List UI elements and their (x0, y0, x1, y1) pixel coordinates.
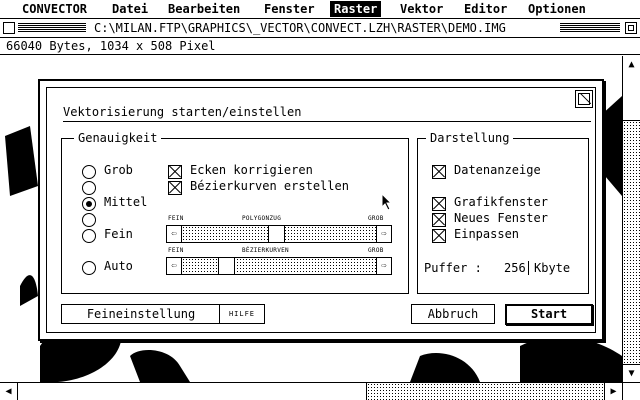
slider2-caption-left: FEIN (168, 247, 184, 254)
abbruch-button[interactable]: Abbruch (411, 304, 495, 324)
arrow-left-icon[interactable]: ⇦ (167, 258, 182, 274)
arrow-right-icon[interactable]: ▶ (604, 383, 622, 400)
puffer-input[interactable]: 256 (504, 261, 526, 275)
genauigkeit-label: Genauigkeit (74, 131, 162, 145)
title-stripes (18, 23, 86, 33)
dialog-frame: Vektorisierung starten/einstellen Genaui… (46, 87, 596, 333)
checkbox-datenanzeige[interactable] (432, 165, 446, 179)
checkbox-bezier[interactable] (168, 181, 182, 195)
mouse-pointer-icon (381, 193, 393, 211)
slider1-caption-right: GROB (368, 215, 384, 222)
radio-auto-label: Auto (104, 259, 133, 273)
menu-raster[interactable]: Raster (330, 1, 382, 17)
arrow-right-icon[interactable]: ⇨ (376, 258, 391, 274)
fullscreen-icon[interactable] (625, 22, 637, 34)
resize-corner[interactable] (622, 383, 640, 400)
arrow-up-icon[interactable]: ▲ (623, 56, 640, 74)
slider2-caption-mid: BÉZIERKURVEN (242, 247, 289, 254)
radio-grob-label: Grob (104, 163, 133, 177)
info-line: 66040 Bytes, 1034 x 508 Pixel (0, 38, 640, 55)
start-button[interactable]: Start (505, 304, 593, 325)
dialog-title: Vektorisierung starten/einstellen (63, 105, 302, 119)
bezierkurven-slider[interactable]: ⇦ ⇨ (166, 257, 392, 275)
feineinstellung-button[interactable]: Feineinstellung (61, 304, 221, 324)
radio-grob[interactable] (82, 165, 96, 179)
radio-fein[interactable] (82, 229, 96, 243)
radio-mittel-label: Mittel (104, 195, 148, 209)
radio-auto[interactable] (82, 261, 96, 275)
window-title-bar[interactable]: C:\MILAN.FTP\GRAPHICS\_VECTOR\CONVECT.LZ… (0, 19, 640, 38)
horizontal-scroll-thumb[interactable] (18, 383, 367, 400)
checkbox-grafikfenster-label: Grafikfenster (454, 195, 548, 209)
vectorize-dialog: Vektorisierung starten/einstellen Genaui… (38, 79, 604, 341)
dialog-resize-icon[interactable] (575, 90, 593, 108)
vertical-scroll-track[interactable] (623, 121, 640, 365)
checkbox-neues-fenster-label: Neues Fenster (454, 211, 548, 225)
checkbox-neues-fenster[interactable] (432, 213, 446, 227)
window-title: C:\MILAN.FTP\GRAPHICS\_VECTOR\CONVECT.LZ… (88, 20, 512, 36)
checkbox-ecken-label: Ecken korrigieren (190, 163, 313, 177)
slider2-caption-right: GROB (368, 247, 384, 254)
hilfe-button[interactable]: HILFE (219, 304, 265, 324)
radio-blank-1[interactable] (82, 181, 96, 195)
radio-mittel[interactable] (82, 197, 96, 211)
checkbox-einpassen[interactable] (432, 229, 446, 243)
polygonzug-slider[interactable]: ⇦ ⇨ (166, 225, 392, 243)
radio-blank-2[interactable] (82, 213, 96, 227)
arrow-left-icon[interactable]: ⇦ (167, 226, 182, 242)
menu-optionen[interactable]: Optionen (524, 1, 590, 17)
darstellung-label: Darstellung (426, 131, 514, 145)
radio-fein-label: Fein (104, 227, 133, 241)
horizontal-scrollbar[interactable]: ◀ ▶ (0, 382, 640, 400)
text-cursor (528, 261, 529, 275)
vertical-scrollbar[interactable]: ▲ ▼ (622, 56, 640, 382)
arrow-right-icon[interactable]: ⇨ (376, 226, 391, 242)
checkbox-ecken[interactable] (168, 165, 182, 179)
checkbox-einpassen-label: Einpassen (454, 227, 520, 241)
checkbox-grafikfenster[interactable] (432, 197, 446, 211)
menu-editor[interactable]: Editor (460, 1, 511, 17)
menu-fenster[interactable]: Fenster (260, 1, 319, 17)
menu-datei[interactable]: Datei (108, 1, 152, 17)
checkbox-bezier-label: Bézierkurven erstellen (190, 179, 349, 193)
menu-convector[interactable]: CONVECTOR (18, 1, 91, 17)
arrow-left-icon[interactable]: ◀ (0, 383, 18, 400)
vertical-scroll-thumb[interactable] (623, 73, 640, 121)
title-stripes-right (560, 23, 620, 33)
menu-bearbeiten[interactable]: Bearbeiten (164, 1, 244, 17)
slider1-caption-left: FEIN (168, 215, 184, 222)
menu-vektor[interactable]: Vektor (396, 1, 447, 17)
darstellung-group: Darstellung Datenanzeige Grafikfenster N… (417, 131, 589, 294)
puffer-label: Puffer : (424, 261, 482, 275)
slider-knob[interactable] (218, 258, 235, 274)
genauigkeit-group: Genauigkeit Grob Mittel Fein Auto Ecken … (61, 131, 409, 294)
title-divider (63, 121, 591, 122)
slider-track[interactable] (182, 258, 376, 274)
horizontal-scroll-track[interactable] (367, 383, 605, 400)
slider1-caption-mid: POLYGONZUG (242, 215, 282, 222)
close-icon[interactable] (3, 22, 15, 34)
checkbox-datenanzeige-label: Datenanzeige (454, 163, 541, 177)
puffer-unit: Kbyte (534, 261, 571, 275)
slider-knob[interactable] (268, 226, 285, 242)
arrow-down-icon[interactable]: ▼ (623, 364, 640, 382)
menu-bar: CONVECTOR Datei Bearbeiten Fenster Raste… (0, 0, 640, 19)
